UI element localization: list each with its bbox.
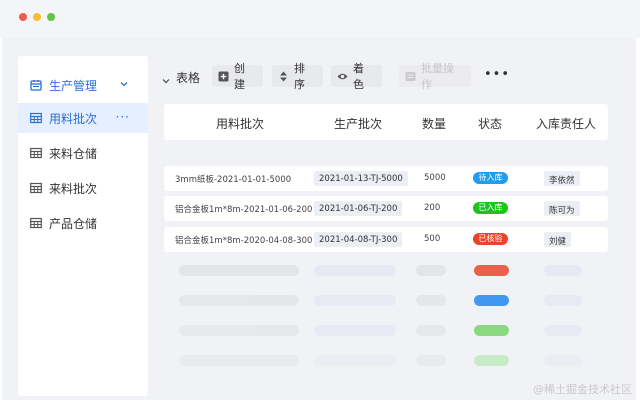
sidebar-item-material-batch[interactable]: 用料批次 ···	[18, 103, 148, 133]
sidebar-item-incoming-batch[interactable]: 来料批次	[18, 173, 148, 203]
sidebar-item-label: 来料仓储	[49, 146, 98, 161]
sidebar-group-label: 生产管理	[49, 78, 98, 93]
placeholder-bar	[179, 355, 299, 366]
sidebar-item-product-storage[interactable]: 产品仓储	[18, 208, 148, 238]
table-icon	[30, 217, 42, 229]
sidebar: 生产管理 用料批次 ··· 来料仓储 来料批次 产品仓储	[18, 56, 148, 396]
placeholder-bar	[416, 325, 446, 336]
column-header-status[interactable]: 状态	[478, 115, 502, 132]
sort-icon	[278, 71, 289, 82]
placeholder-bar	[416, 265, 446, 276]
app-window: 生产管理 用料批次 ··· 来料仓储 来料批次 产品仓储 表格 创建 排序 着色…	[0, 0, 640, 403]
maximize-window-button[interactable]	[47, 13, 55, 21]
placeholder-status	[474, 355, 509, 366]
placeholder-bar	[544, 355, 582, 366]
placeholder-row	[164, 289, 608, 311]
placeholder-bar	[179, 325, 299, 336]
placeholder-bar	[179, 295, 299, 306]
column-header-owner[interactable]: 入库责任人	[536, 115, 596, 132]
quantity-cell: 500	[424, 234, 441, 244]
sidebar-item-label: 产品仓储	[49, 216, 98, 231]
table-row[interactable]: 铝合金板1m*8m-2021-01-06-200 2021-01-06-TJ-2…	[164, 196, 608, 221]
title-bar	[0, 0, 640, 38]
table-icon	[30, 182, 42, 194]
column-header-material-batch[interactable]: 用料批次	[216, 115, 264, 132]
placeholder-bar	[544, 295, 582, 306]
material-batch-cell: 铝合金板1m*8m-2021-01-06-200	[175, 205, 313, 215]
production-batch-chip: 2021-04-08-TJ-300	[314, 232, 403, 247]
calendar-icon	[30, 79, 42, 91]
table-row[interactable]: 铝合金板1m*8m-2020-04-08-300 2021-04-08-TJ-3…	[164, 227, 608, 252]
sidebar-item-label: 来料批次	[49, 181, 98, 196]
placeholder-status	[474, 265, 509, 276]
sort-label: 排序	[294, 62, 305, 91]
toolbar: 表格 创建 排序 着色 批量操作 •••	[148, 56, 618, 96]
production-batch-chip: 2021-01-13-TJ-5000	[314, 171, 408, 186]
close-window-button[interactable]	[19, 13, 27, 21]
placeholder-bar	[416, 295, 446, 306]
placeholder-bar	[314, 355, 396, 366]
status-badge: 已入库	[473, 202, 508, 214]
sidebar-item-label: 用料批次	[49, 111, 98, 126]
main-panel: 表格 创建 排序 着色 批量操作 ••• 用料批次 生产批次 数量 状态 入库责…	[148, 56, 618, 396]
owner-chip: 李依然	[544, 171, 580, 186]
status-badge: 待入库	[473, 172, 508, 184]
create-label: 创建	[234, 62, 245, 91]
table-icon	[30, 112, 42, 124]
placeholder-bar	[544, 325, 582, 336]
placeholder-bar	[314, 295, 396, 306]
table-header: 用料批次 生产批次 数量 状态 入库责任人	[164, 104, 608, 140]
more-options-icon[interactable]: ···	[116, 110, 130, 124]
material-batch-cell: 铝合金板1m*8m-2020-04-08-300	[175, 236, 313, 246]
placeholder-bar	[314, 325, 396, 336]
quantity-cell: 200	[424, 203, 441, 213]
table-title: 表格	[176, 71, 201, 85]
column-header-quantity[interactable]: 数量	[422, 115, 446, 132]
table-icon	[30, 147, 42, 159]
color-button[interactable]: 着色	[331, 62, 382, 91]
status-badge: 已核验	[473, 233, 508, 245]
create-button[interactable]: 创建	[212, 62, 263, 91]
placeholder-row	[164, 349, 608, 371]
placeholder-row	[164, 259, 608, 281]
quantity-cell: 5000	[424, 173, 446, 183]
batch-icon	[405, 71, 416, 82]
placeholder-bar	[544, 265, 582, 276]
minimize-window-button[interactable]	[33, 13, 41, 21]
eye-icon	[337, 71, 348, 82]
color-label: 着色	[353, 62, 364, 91]
table-row[interactable]: 3mm纸板-2021-01-01-5000 2021-01-13-TJ-5000…	[164, 166, 608, 191]
placeholder-status	[474, 325, 509, 336]
batch-label: 批量操作	[421, 62, 454, 91]
column-header-production-batch[interactable]: 生产批次	[334, 115, 382, 132]
sidebar-group-production[interactable]: 生产管理	[18, 70, 148, 100]
production-batch-chip: 2021-01-06-TJ-200	[314, 201, 403, 216]
owner-chip: 陈可为	[544, 201, 580, 216]
chevron-down-icon[interactable]	[118, 78, 130, 90]
placeholder-bar	[179, 265, 299, 276]
owner-chip: 刘健	[544, 232, 572, 247]
placeholder-status	[474, 295, 509, 306]
chevron-down-icon[interactable]	[161, 71, 171, 84]
placeholder-bar	[314, 265, 396, 276]
batch-operation-button[interactable]: 批量操作	[399, 62, 471, 91]
placeholder-bar	[416, 355, 446, 366]
material-batch-cell: 3mm纸板-2021-01-01-5000	[175, 175, 292, 185]
more-icon[interactable]: •••	[484, 67, 510, 82]
content-area: 生产管理 用料批次 ··· 来料仓储 来料批次 产品仓储 表格 创建 排序 着色…	[2, 38, 636, 400]
plus-square-icon	[218, 71, 229, 82]
sort-button[interactable]: 排序	[272, 62, 323, 91]
sidebar-item-incoming-storage[interactable]: 来料仓储	[18, 138, 148, 168]
placeholder-row	[164, 319, 608, 341]
watermark: @稀土掘金技术社区	[533, 383, 632, 396]
